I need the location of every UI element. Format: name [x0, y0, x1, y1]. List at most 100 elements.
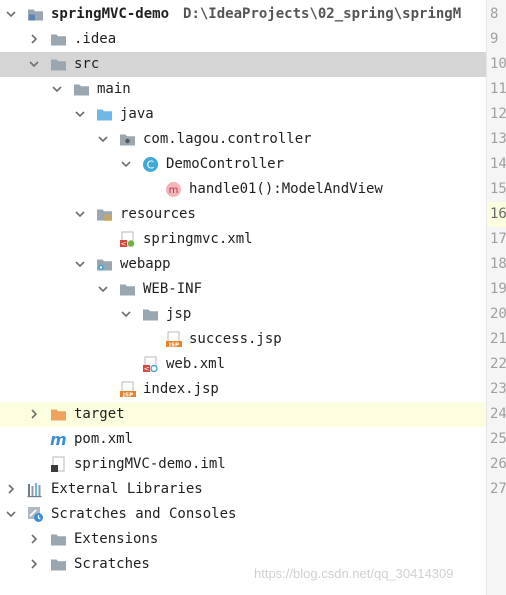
- tree-node-label: success.jsp: [189, 330, 282, 348]
- line-number: 18: [490, 256, 506, 272]
- line-number: 26: [490, 456, 506, 472]
- tree-node-label: target: [74, 405, 125, 423]
- tree-node-springmvc-demo-iml[interactable]: springMVC-demo.iml: [0, 452, 486, 477]
- chevron-down-icon[interactable]: [49, 81, 65, 97]
- tree-node-index-jsp[interactable]: JSP index.jsp: [0, 377, 486, 402]
- chevron-down-icon[interactable]: [26, 56, 42, 72]
- tree-node-label: index.jsp: [143, 380, 219, 398]
- tree-node-text: springMVC-demo.iml: [74, 456, 226, 472]
- tree-node-text: Scratches and Consoles: [51, 506, 237, 522]
- jsp-file-icon: JSP: [119, 381, 136, 398]
- libraries-icon: [27, 481, 44, 498]
- chevron-down-icon[interactable]: [72, 256, 88, 272]
- line-number: 25: [490, 431, 506, 447]
- spring-xml-icon: <: [119, 231, 136, 248]
- tree-node-label: Scratches: [74, 555, 150, 573]
- chevron-right-icon[interactable]: [26, 556, 42, 572]
- source-folder-icon: [96, 106, 113, 123]
- chevron-down-icon[interactable]: [118, 306, 134, 322]
- excluded-folder-icon: [50, 406, 67, 423]
- line-number: 11: [490, 81, 506, 97]
- tree-node-resources[interactable]: resources: [0, 202, 486, 227]
- tree-node-src[interactable]: src: [0, 52, 486, 77]
- tree-node-handle01-modelandview[interactable]: m handle01():ModelAndView: [0, 177, 486, 202]
- folder-icon: [50, 56, 67, 73]
- chevron-right-icon[interactable]: [26, 406, 42, 422]
- tree-node-label: .idea: [74, 30, 116, 48]
- line-number: 8: [490, 6, 499, 22]
- tree-node-jsp[interactable]: jsp: [0, 302, 486, 327]
- tree-node-label: src: [74, 55, 99, 73]
- tree-node-java[interactable]: java: [0, 102, 486, 127]
- folder-icon: [142, 306, 159, 323]
- jsp-file-icon: JSP: [165, 331, 182, 348]
- tree-node-web-xml[interactable]: < web.xml: [0, 352, 486, 377]
- chevron-right-icon[interactable]: [26, 531, 42, 547]
- tree-node-success-jsp[interactable]: JSP success.jsp: [0, 327, 486, 352]
- tree-node-label: Extensions: [74, 530, 158, 548]
- line-number: 23: [490, 381, 506, 397]
- line-number: 13: [490, 131, 506, 147]
- chevron-down-icon[interactable]: [3, 506, 19, 522]
- tree-node-scratches-and-consoles[interactable]: Scratches and Consoles: [0, 502, 486, 527]
- tree-node-main[interactable]: main: [0, 77, 486, 102]
- chevron-down-icon[interactable]: [95, 131, 111, 147]
- tree-node-pom-xml[interactable]: m pom.xml: [0, 427, 486, 452]
- line-number: 22: [490, 356, 506, 372]
- tree-node-label: WEB-INF: [143, 280, 202, 298]
- tree-node-target[interactable]: target: [0, 402, 486, 427]
- svg-text:JSP: JSP: [122, 392, 133, 398]
- svg-text:m: m: [169, 185, 179, 196]
- svg-text:C: C: [147, 159, 155, 172]
- tree-node-idea[interactable]: .idea: [0, 27, 486, 52]
- method-icon: m: [165, 181, 182, 198]
- line-number: 21: [490, 331, 506, 347]
- line-number: 10: [490, 56, 506, 72]
- folder-icon: [50, 531, 67, 548]
- tree-node-democontroller[interactable]: C DemoController: [0, 152, 486, 177]
- chevron-right-icon[interactable]: [3, 481, 19, 497]
- tree-node-springmvc-demo[interactable]: springMVC-demo D:\IdeaProjects\02_spring\…: [0, 2, 486, 27]
- line-number: 16: [490, 206, 506, 222]
- folder-icon: [50, 556, 67, 573]
- maven-icon: m: [50, 430, 67, 449]
- project-folder-icon: [27, 6, 44, 23]
- tree-node-label: web.xml: [166, 355, 225, 373]
- svg-text:JSP: JSP: [168, 342, 179, 348]
- tree-node-webapp[interactable]: webapp: [0, 252, 486, 277]
- tree-node-extensions[interactable]: Extensions: [0, 527, 486, 552]
- tree-node-label: jsp: [166, 305, 191, 323]
- web-xml-icon: <: [142, 356, 159, 373]
- chevron-right-icon[interactable]: [26, 31, 42, 47]
- line-number: 19: [490, 281, 506, 297]
- tree-node-label: DemoController: [166, 155, 284, 173]
- tree-node-text: webapp: [120, 256, 171, 272]
- watermark: https://blog.csdn.net/qq_30414309: [254, 566, 454, 581]
- folder-icon: [73, 81, 90, 98]
- tree-node-label: Scratches and Consoles: [51, 505, 236, 523]
- chevron-down-icon[interactable]: [3, 6, 19, 22]
- chevron-down-icon[interactable]: [95, 281, 111, 297]
- tree-node-text: handle01():ModelAndView: [189, 181, 383, 197]
- editor-gutter: 8 9 10 11 12 13 14 15 16 17 18 19 20 21 22 23 24 25 26 27: [486, 0, 506, 595]
- tree-node-text: pom.xml: [74, 431, 134, 447]
- tree-node-web-inf[interactable]: WEB-INF: [0, 277, 486, 302]
- folder-icon: [119, 281, 136, 298]
- chevron-down-icon[interactable]: [72, 206, 88, 222]
- line-number: 20: [490, 306, 506, 322]
- svg-text:<: <: [144, 365, 150, 373]
- tree-node-text: .idea: [74, 31, 117, 47]
- tree-node-text: springMVC-demo: [51, 6, 170, 22]
- tree-node-text: main: [97, 81, 131, 97]
- svg-text:m: m: [50, 431, 67, 448]
- project-tree: springMVC-demo D:\IdeaProjects\02_spring\…: [0, 0, 486, 595]
- tree-node-label: springmvc.xml: [143, 230, 253, 248]
- tree-node-text: src: [74, 56, 100, 72]
- tree-node-external-libraries[interactable]: External Libraries: [0, 477, 486, 502]
- tree-node-com-lagou-controller[interactable]: com.lagou.controller: [0, 127, 486, 152]
- chevron-down-icon[interactable]: [72, 106, 88, 122]
- resources-folder-icon: [96, 206, 113, 223]
- chevron-down-icon[interactable]: [118, 156, 134, 172]
- line-number: 14: [490, 156, 506, 172]
- tree-node-springmvc-xml[interactable]: < springmvc.xml: [0, 227, 486, 252]
